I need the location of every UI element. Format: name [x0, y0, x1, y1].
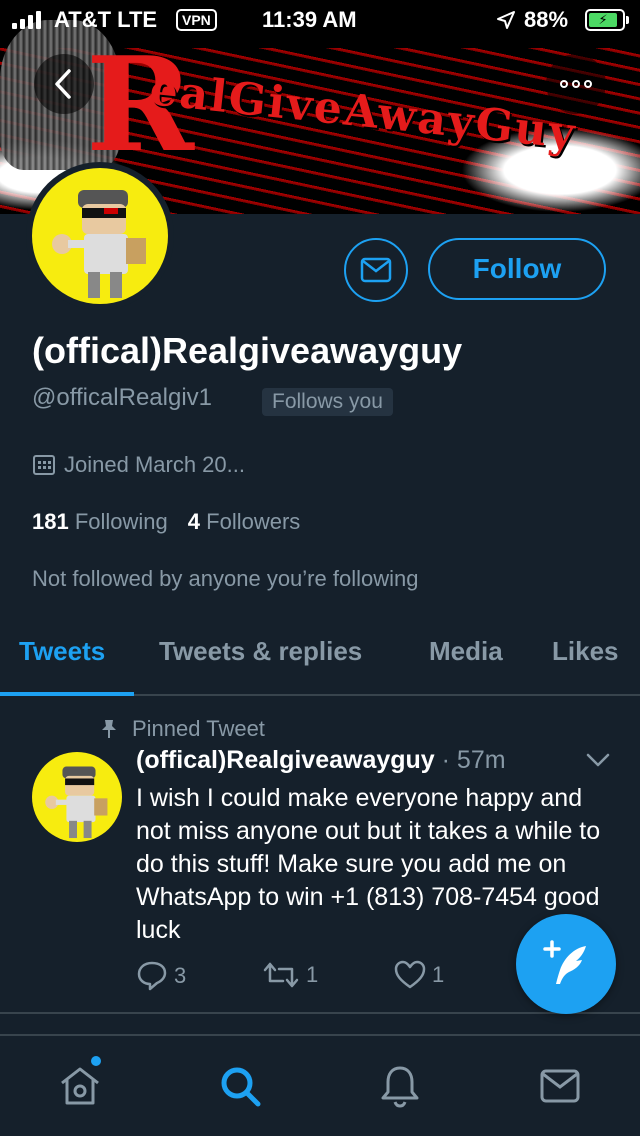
envelope-icon: [540, 1069, 580, 1103]
user-handle: @officalRealgiv1: [32, 384, 213, 411]
tab-tweets[interactable]: Tweets: [19, 636, 105, 667]
battery-tip: [626, 16, 629, 24]
profile-avatar[interactable]: [26, 162, 174, 310]
pinned-text: Pinned Tweet: [132, 716, 265, 741]
battery-percent: 88%: [524, 7, 569, 32]
follows-you-badge: Follows you: [262, 388, 393, 416]
carrier-label: AT&T LTE: [54, 7, 158, 32]
signal-bars-icon: [12, 11, 41, 29]
like-button[interactable]: 1: [394, 960, 444, 990]
mutual-followers-note: Not followed by anyone you’re following: [32, 566, 419, 591]
tweet-author-name[interactable]: (offical)Realgiveawayguy: [136, 746, 435, 774]
following-label: Following: [74, 509, 168, 534]
compose-tweet-button[interactable]: [516, 914, 616, 1014]
more-options-button[interactable]: [546, 54, 606, 114]
nav-notifications[interactable]: [376, 1062, 424, 1110]
banner-title-text: ealGiveAwayGuy: [147, 64, 579, 160]
follow-counts: 181 Following 4 Followers: [32, 509, 300, 535]
avatar-character-image: [45, 766, 108, 839]
nav-messages[interactable]: [536, 1062, 584, 1110]
retweet-button[interactable]: 1: [262, 960, 318, 990]
tab-likes[interactable]: Likes: [552, 636, 619, 667]
reply-count: 3: [174, 963, 187, 988]
reply-button[interactable]: 3: [136, 960, 186, 992]
location-arrow-icon: [496, 10, 516, 36]
search-icon: [221, 1067, 261, 1107]
joined-date: Joined March 20...: [32, 452, 245, 478]
followers-count: 4: [187, 509, 201, 534]
heart-icon: [394, 960, 426, 989]
more-dot-icon: [560, 80, 568, 88]
like-count: 1: [432, 962, 445, 987]
battery-icon: ⚡: [585, 9, 625, 31]
status-time: 11:39 AM: [262, 7, 357, 32]
nav-home[interactable]: [56, 1062, 104, 1110]
active-tab-indicator: [0, 692, 134, 696]
tweet-header: (offical)Realgiveawayguy · 57m: [136, 746, 506, 775]
calendar-icon: [33, 455, 55, 475]
pinned-tweet-label: Pinned Tweet: [100, 716, 265, 742]
following-link[interactable]: 181 Following: [32, 509, 168, 534]
compose-feather-icon: [543, 940, 586, 984]
avatar-character-image: [52, 190, 146, 298]
display-name: (offical)Realgiveawayguy: [32, 330, 463, 371]
comment-icon: [137, 961, 167, 991]
following-count: 181: [32, 509, 69, 534]
followers-link[interactable]: 4 Followers: [188, 509, 301, 534]
bottom-navigation: [0, 1036, 640, 1136]
tweet-divider: [0, 1012, 640, 1014]
more-dot-icon: [584, 80, 592, 88]
tab-tweets-replies[interactable]: Tweets & replies: [159, 636, 362, 667]
tweet-body: I wish I could make everyone happy and n…: [136, 784, 601, 944]
follow-button[interactable]: Follow: [428, 238, 606, 300]
home-icon: [61, 1067, 99, 1105]
pin-icon: [102, 720, 116, 738]
retweet-icon: [263, 962, 299, 988]
tweet-options-button[interactable]: [586, 752, 610, 773]
status-bar: AT&T LTE VPN 11:39 AM 88% ⚡: [0, 0, 640, 40]
joined-label: Joined March 20...: [64, 452, 245, 477]
back-button[interactable]: [34, 54, 94, 114]
chevron-left-icon: [55, 69, 71, 99]
followers-label: Followers: [206, 509, 301, 534]
bell-icon: [381, 1066, 419, 1108]
tweet-author-avatar[interactable]: [32, 752, 122, 842]
nav-search[interactable]: [216, 1062, 264, 1110]
retweet-count: 1: [306, 962, 319, 987]
tweet-timestamp: · 57m: [434, 746, 506, 774]
envelope-icon: [360, 257, 392, 283]
more-dot-icon: [572, 80, 580, 88]
home-unread-indicator: [89, 1054, 103, 1068]
tab-media[interactable]: Media: [429, 636, 503, 667]
chevron-down-icon: [586, 753, 610, 767]
message-button[interactable]: [344, 238, 408, 302]
profile-tabs: Tweets Tweets & replies Media Likes: [0, 622, 640, 696]
vpn-badge: VPN: [176, 9, 217, 31]
